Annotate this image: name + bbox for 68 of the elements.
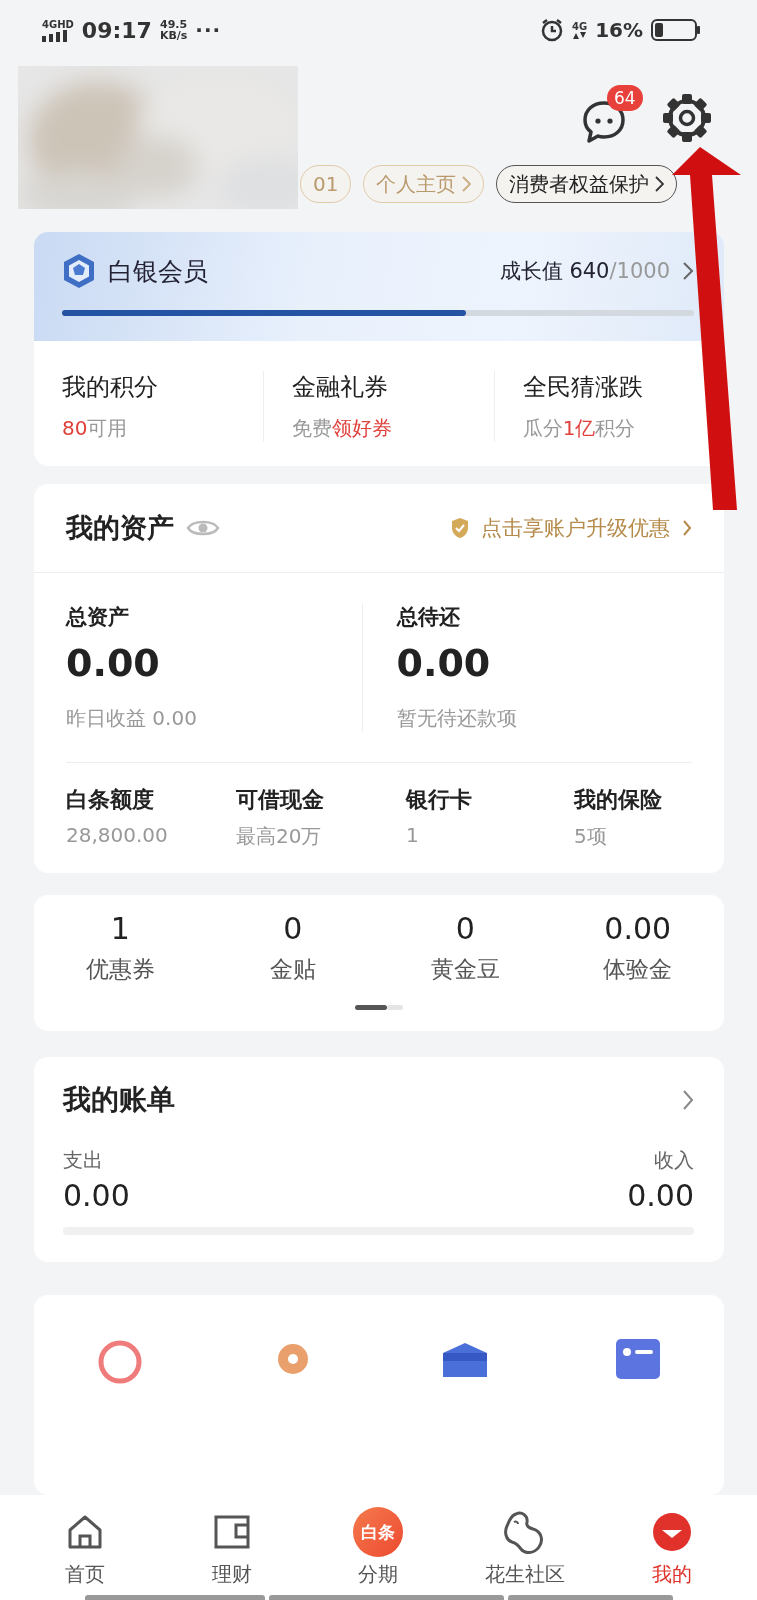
benefit-title[interactable]: 全民猜涨跌	[522, 371, 643, 404]
wallet-icon	[213, 1515, 250, 1549]
asset-value: 1	[406, 823, 420, 848]
nav-tab[interactable]: 理财	[158, 1507, 306, 1588]
stat-value: 1	[109, 911, 131, 947]
total-amount: 0.00	[66, 641, 161, 686]
asset-value: 28,800.00	[66, 823, 169, 848]
growth-value[interactable]: 成长值 640/1000	[499, 257, 670, 286]
stat-value: 0	[454, 911, 476, 947]
benefit-subtitle: 免费领好券	[292, 415, 393, 443]
battery-icon	[651, 19, 701, 42]
stat-label[interactable]: 金贴	[206, 954, 379, 986]
membership-badge-icon	[62, 253, 96, 290]
ring-icon	[97, 1339, 144, 1385]
asset-label[interactable]: 银行卡	[406, 785, 574, 816]
tag-link[interactable]: 消费者权益保护	[496, 164, 678, 203]
nav-tab[interactable]: 首页	[12, 1507, 159, 1588]
stat-label[interactable]: 体验金	[551, 954, 724, 986]
benefit-title[interactable]: 我的积分	[62, 371, 158, 404]
nav-tab[interactable]: 白条 分期	[305, 1507, 452, 1588]
home-icon	[67, 1514, 104, 1550]
chevron-right-icon	[682, 519, 692, 538]
alarm-icon	[539, 18, 564, 43]
clock: 09:17	[81, 17, 152, 43]
section-title: 我的账单	[63, 1081, 175, 1118]
benefit-title[interactable]: 金融礼券	[292, 371, 389, 404]
chevron-right-icon	[682, 261, 694, 282]
network-type: 4GHD	[42, 18, 74, 30]
stat-label[interactable]: 黄金豆	[379, 954, 552, 986]
expense-amount: 0.00	[63, 1177, 130, 1213]
total-label: 总待还	[396, 604, 461, 632]
total-note: 暂无待还款项	[396, 705, 518, 733]
expense-label: 支出	[63, 1146, 104, 1174]
asset-value: 5项	[574, 823, 608, 851]
nav-tab[interactable]: 我的	[598, 1507, 745, 1588]
id-card-icon	[615, 1339, 660, 1379]
shield-icon	[451, 517, 469, 540]
section-title: 我的资产	[66, 511, 174, 546]
stat-label[interactable]: 优惠券	[34, 954, 207, 986]
benefit-subtitle: 瓜分1亿积分	[522, 415, 636, 443]
total-label: 总资产	[66, 604, 130, 632]
membership-title: 白银会员	[108, 255, 208, 288]
speed-value: 49.5	[160, 19, 188, 31]
asset-label[interactable]: 我的保险	[574, 785, 724, 816]
asset-value: 最高20万	[236, 823, 323, 851]
total-note: 昨日收益 0.00	[66, 705, 198, 733]
baitiao-logo-icon: 白条	[353, 1507, 404, 1557]
notification-badge: 64	[607, 84, 643, 111]
stat-value: 0	[282, 911, 304, 947]
data-arrows-icon	[571, 32, 586, 40]
chevron-right-icon	[655, 175, 665, 192]
income-amount: 0.00	[627, 1177, 694, 1213]
chevron-right-icon	[462, 175, 472, 192]
profile-icon	[651, 1512, 692, 1552]
asset-label[interactable]: 可借现金	[236, 785, 406, 816]
speed-unit: KB/s	[159, 30, 188, 42]
battery-level: 16%	[595, 18, 643, 43]
stat-value: 0.00	[603, 911, 673, 947]
settings-icon[interactable]	[661, 91, 713, 144]
total-amount: 0.00	[396, 641, 492, 686]
income-label: 收入	[653, 1146, 694, 1174]
page-indicator	[355, 1005, 403, 1011]
more-indicator: ···	[195, 18, 222, 43]
network-type: 4G	[571, 21, 588, 33]
chevron-right-icon[interactable]	[682, 1088, 694, 1111]
benefit-subtitle: 80可用	[62, 415, 128, 443]
nav-tab[interactable]: 花生社区	[451, 1507, 599, 1588]
asset-label[interactable]: 白条额度	[66, 785, 236, 816]
